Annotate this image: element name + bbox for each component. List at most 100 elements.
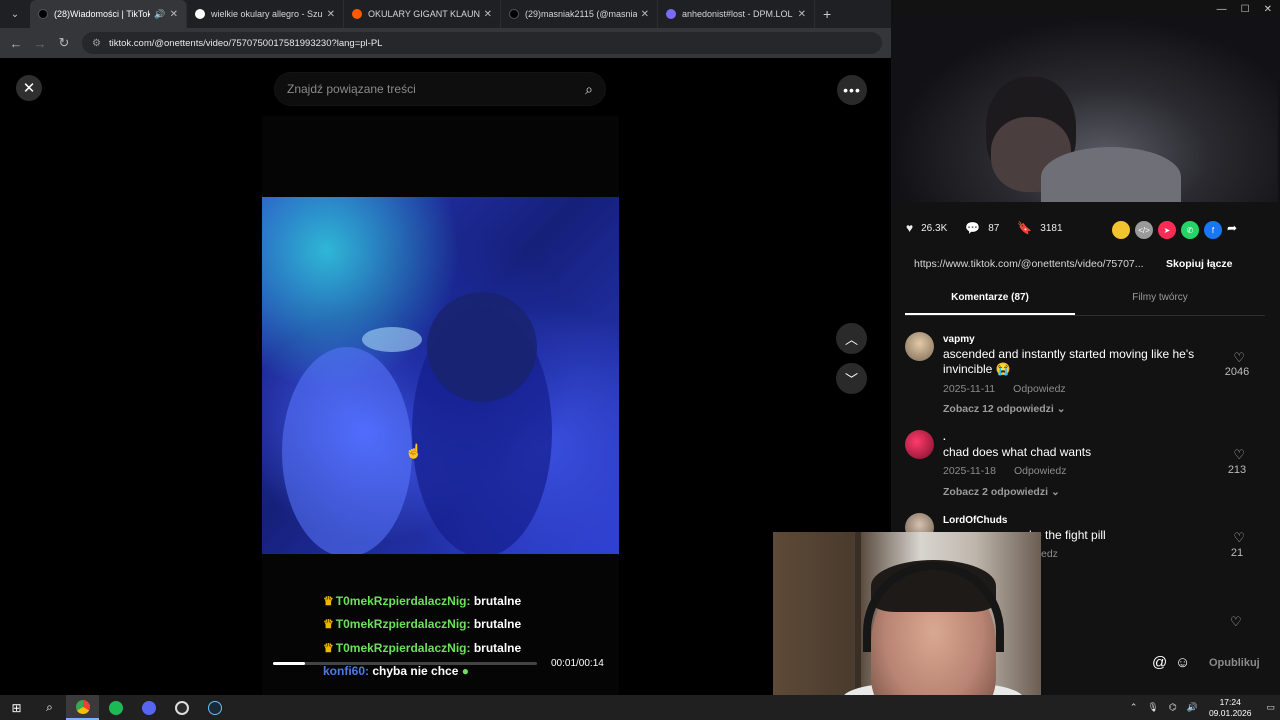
tab-creator-videos[interactable]: Filmy twórcy bbox=[1075, 292, 1245, 315]
reply-button[interactable]: Odpowiedz bbox=[1013, 383, 1066, 395]
webcam-hoodie bbox=[1041, 147, 1181, 202]
comment-author[interactable]: LordOfChuds bbox=[943, 515, 1007, 526]
video-player[interactable] bbox=[262, 197, 619, 554]
tiktok-video-page: ✕ ⌕ ••• ︿ ﹀ ☝ ♛T0mekRzpierdalaczNig: bru… bbox=[0, 58, 891, 695]
whatsapp-icon[interactable]: ✆ bbox=[1181, 221, 1199, 239]
streamer-webcam-bottom bbox=[773, 532, 1041, 720]
forward-arrow-icon[interactable]: → bbox=[28, 36, 52, 51]
tab-allegro[interactable]: OKULARY GIGANT KLAUNA MEG ✕ bbox=[344, 0, 501, 28]
search-box[interactable]: ⌕ bbox=[274, 72, 606, 106]
maximize-icon[interactable]: ☐ bbox=[1241, 4, 1250, 15]
close-window-icon[interactable]: ✕ bbox=[1264, 4, 1272, 15]
comment-heart-icon[interactable]: ♡ bbox=[1230, 614, 1242, 630]
send-icon[interactable]: ➤ bbox=[1158, 221, 1176, 239]
tab-label: anhedonist#lost - DPM.LOL bbox=[682, 9, 793, 19]
mouse-cursor-icon: ☝ bbox=[405, 443, 423, 459]
minimize-icon[interactable]: — bbox=[1217, 4, 1227, 15]
back-arrow-icon[interactable]: ← bbox=[4, 36, 28, 51]
clock-date: 09.01.2026 bbox=[1208, 707, 1252, 718]
steam-icon[interactable] bbox=[198, 695, 231, 720]
comment-like-count: 21 bbox=[1230, 547, 1244, 559]
tab-google-search[interactable]: wielkie okulary allegro - Szukaj ✕ bbox=[187, 0, 344, 28]
tab-close-icon[interactable]: ✕ bbox=[641, 9, 649, 20]
comment-author[interactable]: . bbox=[943, 432, 946, 443]
tab-search-icon[interactable]: ⌄ bbox=[6, 5, 24, 23]
video-progress-bar[interactable] bbox=[273, 662, 537, 665]
reply-button[interactable]: Odpowiedz bbox=[1014, 465, 1067, 477]
comment-author[interactable]: vapmy bbox=[943, 334, 975, 345]
comment-heart-icon[interactable]: ♡ bbox=[1233, 350, 1245, 366]
coin-icon[interactable] bbox=[1112, 221, 1130, 239]
tab-close-icon[interactable]: ✕ bbox=[484, 9, 492, 20]
more-options-icon[interactable]: ••• bbox=[837, 75, 867, 105]
tab-comments[interactable]: Komentarze (87) bbox=[905, 292, 1075, 315]
comment-heart-icon[interactable]: ♡ bbox=[1233, 530, 1245, 546]
mention-icon[interactable]: @ bbox=[1152, 654, 1167, 671]
tab-label: (29)masniak2115 (@masniak21 bbox=[525, 9, 637, 19]
screen: ⌄ (28)Wiadomości | TikTok 🔊 ✕ wielkie ok… bbox=[0, 0, 1280, 720]
chevron-up-icon[interactable]: ⌃ bbox=[1130, 702, 1138, 713]
site-info-icon[interactable]: ⚙ bbox=[92, 38, 101, 49]
chat-message: brutalne bbox=[473, 640, 522, 655]
copy-link-button[interactable]: Skopiuj łącze bbox=[1166, 258, 1233, 270]
taskbar-clock[interactable]: 17:24 09.01.2026 bbox=[1209, 697, 1252, 719]
tab-tiktok-profile[interactable]: (29)masniak2115 (@masniak21 ✕ bbox=[501, 0, 658, 28]
network-icon[interactable]: ⌬ bbox=[1169, 702, 1177, 713]
video-progress-fill bbox=[273, 662, 305, 665]
tab-close-icon[interactable]: ✕ bbox=[170, 9, 178, 20]
search-icon[interactable]: ⌕ bbox=[33, 695, 66, 720]
post-button[interactable]: Opublikuj bbox=[1209, 657, 1260, 669]
comment-item: . chad does what chad wants 2025-11-18 Od… bbox=[905, 430, 1255, 510]
dpm-favicon-icon bbox=[666, 9, 676, 19]
crown-icon: ♛ bbox=[323, 617, 334, 632]
emoji-icon[interactable]: ☺ bbox=[1175, 654, 1190, 671]
comment-meta: edz bbox=[1041, 548, 1076, 560]
new-tab-plus-icon[interactable]: + bbox=[823, 6, 831, 22]
embed-icon[interactable]: </> bbox=[1135, 221, 1153, 239]
share-arrow-icon[interactable]: ➦ bbox=[1227, 221, 1237, 239]
heart-icon: ♥ bbox=[906, 221, 914, 235]
windows-start-icon[interactable]: ⊞ bbox=[0, 695, 33, 720]
next-video-chevron-down-icon[interactable]: ﹀ bbox=[836, 363, 867, 394]
notification-icon[interactable]: ▭ bbox=[1266, 702, 1275, 713]
reload-icon[interactable]: ↻ bbox=[52, 35, 76, 51]
volume-icon[interactable]: 🔊 bbox=[1187, 702, 1198, 713]
reply-button[interactable]: edz bbox=[1041, 548, 1058, 560]
view-replies-button[interactable]: Zobacz 2 odpowiedzi ⌄ bbox=[943, 486, 1060, 498]
search-input[interactable] bbox=[287, 82, 586, 96]
close-icon[interactable]: ✕ bbox=[16, 75, 42, 101]
save-count: 3181 bbox=[1040, 222, 1063, 234]
address-bar[interactable]: ⚙ tiktok.com/@onettents/video/7570750017… bbox=[82, 32, 882, 54]
tab-close-icon[interactable]: ✕ bbox=[327, 9, 335, 20]
comment-action[interactable]: 💬 87 bbox=[965, 221, 999, 235]
chevron-down-icon: ⌄ bbox=[1056, 403, 1066, 415]
view-replies-button[interactable]: Zobacz 12 odpowiedzi ⌄ bbox=[943, 403, 1066, 415]
save-action[interactable]: 🔖 3181 bbox=[1017, 221, 1062, 235]
previous-video-chevron-up-icon[interactable]: ︿ bbox=[836, 323, 867, 354]
comment-like-count: 213 bbox=[1227, 464, 1247, 476]
tab-tiktok-messages[interactable]: (28)Wiadomości | TikTok 🔊 ✕ bbox=[30, 0, 187, 28]
comment-heart-icon[interactable]: ♡ bbox=[1233, 447, 1245, 463]
facebook-icon[interactable]: f bbox=[1204, 221, 1222, 239]
chat-username: T0mekRzpierdalaczNig: bbox=[335, 594, 471, 608]
clock-time: 17:24 bbox=[1219, 696, 1241, 707]
avatar[interactable] bbox=[905, 332, 934, 361]
discord-icon[interactable] bbox=[132, 695, 165, 720]
tab-close-icon[interactable]: ✕ bbox=[798, 9, 806, 20]
microphone-icon[interactable]: 🎙 bbox=[1147, 702, 1158, 713]
video-figure-left bbox=[282, 347, 412, 554]
speaker-icon[interactable]: 🔊 bbox=[154, 9, 165, 20]
like-action[interactable]: ♥ 26.3K bbox=[906, 221, 947, 235]
chat-username: konfi60: bbox=[323, 663, 370, 678]
obs-icon[interactable] bbox=[165, 695, 198, 720]
avatar[interactable] bbox=[905, 430, 934, 459]
comment-text: chad does what chad wants bbox=[943, 445, 1092, 459]
comment-bubble-icon: 💬 bbox=[965, 221, 981, 235]
chrome-icon[interactable] bbox=[66, 695, 99, 720]
tab-dpm-lol[interactable]: anhedonist#lost - DPM.LOL ✕ bbox=[658, 0, 815, 28]
search-icon[interactable]: ⌕ bbox=[585, 81, 593, 98]
chat-message: brutalne bbox=[473, 617, 522, 632]
comment-date: 2025-11-11 bbox=[943, 383, 996, 395]
window-controls: — ☐ ✕ bbox=[1217, 4, 1272, 15]
spotify-icon[interactable] bbox=[99, 695, 132, 720]
